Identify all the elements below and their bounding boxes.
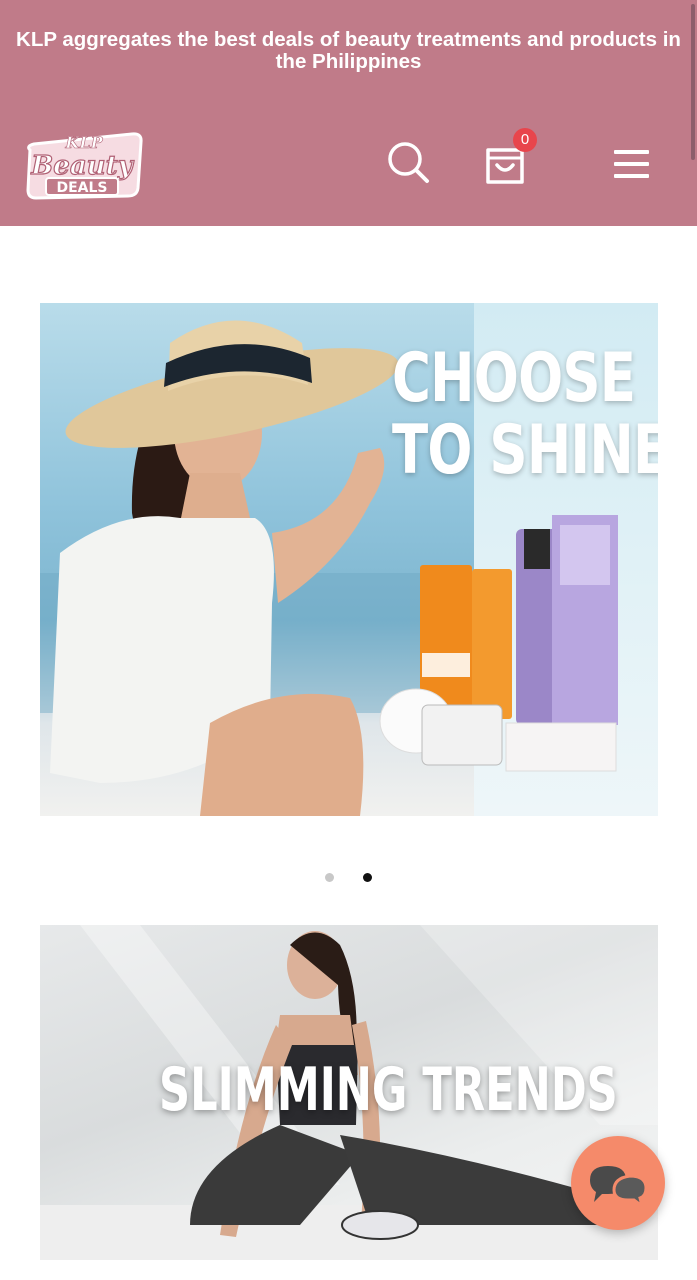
scrollbar[interactable] [691, 4, 695, 160]
search-icon [388, 142, 429, 183]
search-button[interactable] [386, 140, 430, 184]
slimming-trends-headline: SLIMMING TRENDS [159, 1055, 618, 1125]
site-header: KLP aggregates the best deals of beauty … [0, 0, 697, 226]
product-instant-wrinkle-remover [421, 704, 503, 766]
svg-text:Beauty: Beauty [30, 151, 134, 181]
chat-button[interactable] [571, 1136, 665, 1230]
hero-headline: CHOOSE TO SHINE [392, 339, 658, 490]
svg-text:KLP: KLP [64, 133, 103, 152]
svg-text:DEALS: DEALS [56, 180, 107, 196]
slider-dot-2[interactable] [362, 873, 372, 883]
slider-pagination [0, 869, 697, 887]
slimming-trends-banner[interactable]: SLIMMING TRENDS [40, 925, 658, 1260]
cart-count-badge: 0 [513, 128, 537, 152]
site-logo[interactable]: KLP Beauty DEALS [22, 128, 144, 201]
hamburger-menu-icon [614, 150, 649, 178]
hero-slide[interactable]: CHOOSE TO SHINE [40, 303, 658, 816]
chat-bubbles-icon [590, 1166, 648, 1208]
hero-headline-line2: TO SHINE [392, 411, 658, 490]
product-advanced-retinol [505, 722, 617, 772]
beauty-deals-logo: KLP Beauty DEALS [26, 132, 143, 200]
menu-button[interactable] [610, 146, 654, 182]
hero-headline-line1: CHOOSE [392, 339, 636, 418]
slider-dot-1[interactable] [325, 873, 335, 883]
announcement-bar: KLP aggregates the best deals of beauty … [16, 28, 681, 73]
